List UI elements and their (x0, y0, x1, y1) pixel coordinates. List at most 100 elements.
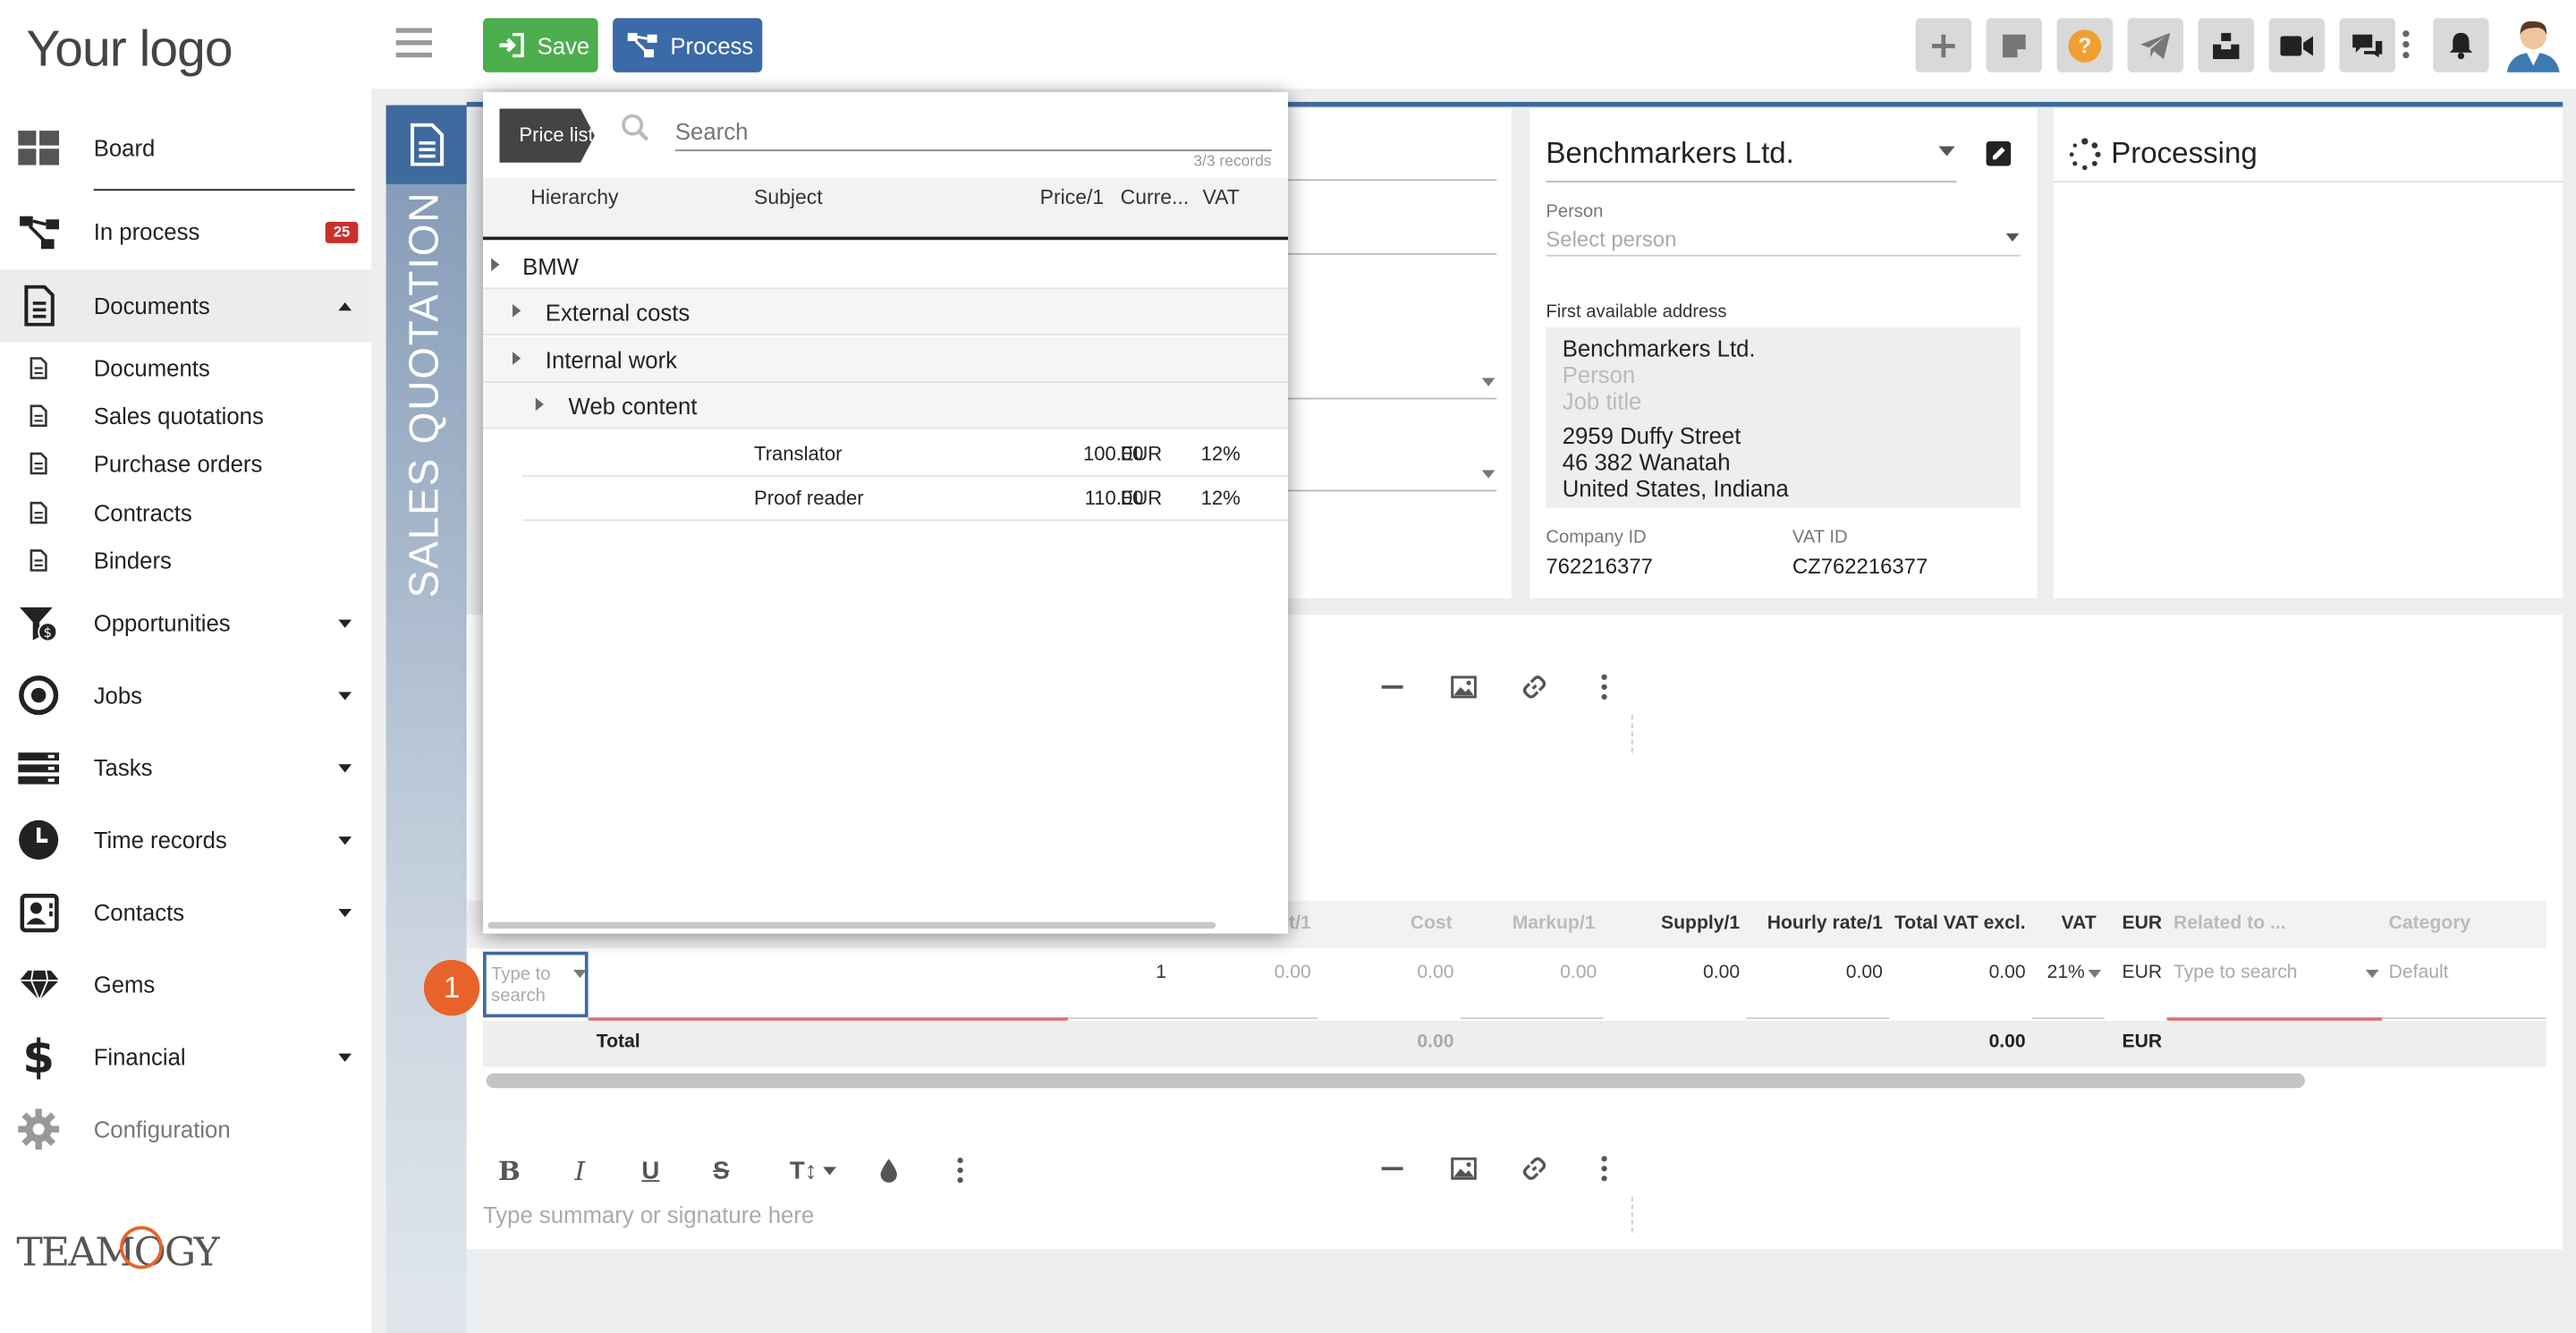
horizontal-scrollbar[interactable] (486, 1073, 2305, 1089)
search-input[interactable] (674, 111, 1272, 152)
dropdown-arrow-icon[interactable] (1938, 146, 1955, 157)
save-button[interactable]: Save (482, 18, 598, 72)
more-vertical-icon[interactable] (1600, 1156, 1608, 1182)
column-header[interactable]: Supply/1 (1626, 913, 1740, 933)
dropdown-arrow-icon[interactable] (1481, 470, 1496, 479)
sidebar-item-board[interactable]: Board (0, 112, 371, 184)
more-vertical-icon[interactable] (1600, 674, 1608, 700)
horizontal-scrollbar[interactable] (487, 921, 1216, 930)
send-button[interactable] (2127, 18, 2184, 72)
column-header-vat[interactable]: VAT (1202, 186, 1239, 209)
add-button[interactable] (1915, 18, 1972, 72)
field-underline (1546, 181, 1957, 183)
dropdown-arrow-icon[interactable] (2088, 969, 2102, 979)
sidebar-item-in-process[interactable]: In process 25 (0, 196, 371, 268)
column-header[interactable]: Hourly rate/1 (1758, 913, 1883, 933)
column-header-currency[interactable]: Curre... (1121, 186, 1190, 209)
underline-icon[interactable]: U (634, 1154, 667, 1187)
price-cell[interactable]: 0.00 (1216, 964, 1311, 983)
tree-group-row[interactable]: Internal work (482, 336, 1288, 384)
expand-arrow-icon[interactable] (491, 258, 500, 272)
tree-group-row[interactable]: BMW (482, 243, 1288, 290)
supply-cell[interactable]: 0.00 (1643, 964, 1740, 983)
tree-group-row[interactable]: Web content (482, 383, 1288, 429)
sidebar-item-label: Board (93, 134, 156, 162)
expand-arrow-icon[interactable] (513, 303, 521, 318)
column-header[interactable]: Cost (1370, 913, 1453, 933)
dropdown-arrow-icon[interactable] (573, 969, 587, 979)
inbox-button[interactable] (2198, 18, 2254, 72)
notifications-button[interactable] (2433, 18, 2489, 72)
video-button[interactable] (2268, 18, 2325, 72)
person-select[interactable]: Select person (1546, 227, 1676, 252)
group-label: External costs (545, 299, 691, 326)
italic-icon[interactable]: I (564, 1154, 597, 1187)
column-header-subject[interactable]: Subject (754, 186, 823, 209)
avatar[interactable] (2504, 16, 2563, 72)
category-select[interactable]: Default (2389, 964, 2449, 983)
help-button[interactable]: ? (2056, 18, 2114, 72)
price-item-row[interactable]: Translator 100.00 EUR 12% (522, 430, 1288, 477)
sidebar-item-time-records[interactable]: Time records (0, 803, 371, 876)
sidebar-subitem-binders[interactable]: Binders (0, 536, 371, 583)
sidebar-item-opportunities[interactable]: $ Opportunities (0, 587, 371, 659)
image-icon[interactable] (1451, 1157, 1477, 1180)
sidebar-item-gems[interactable]: Gems (0, 948, 371, 1021)
summary-input[interactable]: Type summary or signature here (483, 1201, 814, 1227)
person-label: Person (1546, 201, 1604, 223)
font-size-icon[interactable]: T↕ (782, 1154, 844, 1187)
link-icon[interactable] (1521, 674, 1547, 700)
notes-button[interactable] (1986, 18, 2043, 72)
dropdown-arrow-icon[interactable] (1481, 378, 1496, 386)
sidebar-item-configuration[interactable]: Configuration (0, 1093, 371, 1166)
horizontal-rule-icon[interactable] (1381, 1167, 1403, 1171)
more-vertical-icon[interactable] (2402, 30, 2410, 59)
item-search-input[interactable]: Type to search (482, 951, 589, 1018)
dropdown-arrow-icon[interactable] (2005, 233, 2020, 242)
company-name[interactable]: Benchmarkers Ltd. (1546, 136, 1793, 171)
sidebar-subitem-contracts[interactable]: Contracts (0, 488, 371, 536)
hourly-rate-cell[interactable]: 0.00 (1791, 964, 1883, 983)
related-to-input[interactable]: Type to search (2174, 964, 2298, 983)
column-header-hierarchy[interactable]: Hierarchy (530, 186, 618, 209)
tree-group-row[interactable]: External costs (482, 289, 1288, 335)
sidebar-subitem-purchase-orders[interactable]: Purchase orders (0, 439, 371, 487)
image-icon[interactable] (1451, 675, 1477, 699)
hamburger-icon[interactable] (395, 28, 433, 58)
bold-icon[interactable]: B (493, 1154, 526, 1187)
sidebar-item-jobs[interactable]: Jobs (0, 659, 371, 732)
chat-button[interactable] (2339, 18, 2395, 72)
column-header-price[interactable]: Price/1 (1040, 186, 1104, 209)
vat-select[interactable]: 21% (2038, 964, 2085, 983)
column-header[interactable]: Category (2389, 913, 2471, 933)
column-header[interactable]: VAT (2044, 913, 2097, 933)
markup-cell[interactable]: 0.00 (1495, 964, 1597, 983)
cost-cell[interactable]: 0.00 (1363, 964, 1453, 983)
link-icon[interactable] (1521, 1156, 1547, 1182)
sidebar-item-contacts[interactable]: Contacts (0, 876, 371, 948)
column-header[interactable]: Total VAT excl. (1889, 913, 2026, 933)
color-drop-icon[interactable] (872, 1154, 905, 1187)
expand-arrow-icon[interactable] (513, 352, 521, 365)
process-button[interactable]: Process (613, 18, 763, 72)
column-header[interactable]: Related to ... (2174, 913, 2286, 933)
sidebar-item-tasks[interactable]: Tasks (0, 732, 371, 804)
price-list-tab[interactable]: Price list (499, 108, 595, 163)
total-currency: EUR (2122, 1032, 2163, 1052)
price-item-row[interactable]: Proof reader 110.00 EUR 12% (522, 475, 1288, 522)
sidebar-item-documents[interactable]: Documents (0, 269, 372, 343)
column-header[interactable]: EUR (2113, 913, 2163, 933)
sidebar-item-financial[interactable]: $ Financial (0, 1021, 371, 1093)
column-header[interactable]: Markup/1 (1479, 913, 1596, 933)
more-vertical-icon[interactable] (943, 1154, 976, 1187)
strikethrough-icon[interactable]: S (705, 1154, 738, 1187)
sidebar-subitem-sales-quotations[interactable]: Sales quotations (0, 391, 371, 438)
sidebar-subitem-documents[interactable]: Documents (0, 344, 371, 391)
address-box[interactable]: Benchmarkers Ltd. Person Job title 2959 … (1546, 327, 2021, 508)
edit-icon[interactable] (1986, 141, 2012, 166)
quantity-cell[interactable]: 1 (1117, 964, 1166, 983)
horizontal-rule-icon[interactable] (1381, 685, 1403, 689)
expand-arrow-icon[interactable] (535, 397, 544, 412)
total-cell[interactable]: 0.00 (1922, 964, 2026, 983)
dropdown-arrow-icon[interactable] (2365, 969, 2379, 979)
